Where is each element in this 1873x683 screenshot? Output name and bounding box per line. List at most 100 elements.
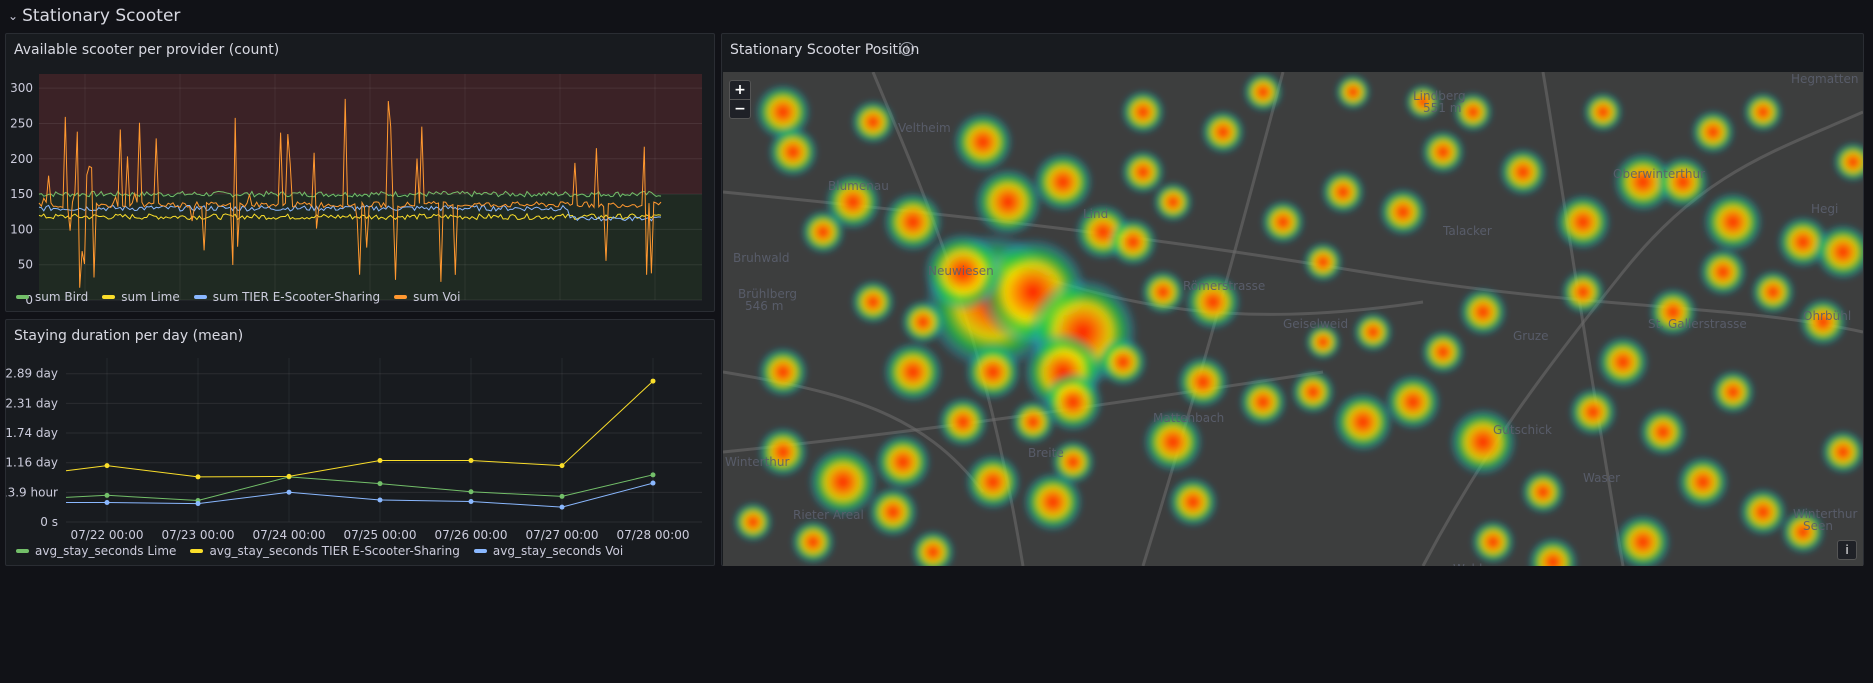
legend-item[interactable]: sum TIER E-Scooter-Sharing — [193, 290, 381, 304]
zoom-out-button[interactable]: − — [730, 99, 750, 118]
attribution-button[interactable]: i — [1837, 540, 1857, 560]
map-place-label: Gutschick — [1493, 423, 1552, 437]
map-place-label: Waldegg — [1453, 562, 1505, 566]
heat-spot — [1821, 430, 1863, 474]
heat-spot — [791, 520, 835, 564]
map-canvas[interactable]: Veltheim Blumenau Lind Oberwinterthur Hegi Ta… — [723, 72, 1863, 566]
map-place-label: Bruhwald — [733, 251, 790, 265]
map-place-label: Neuwiesen — [928, 264, 994, 278]
heat-spot — [1677, 456, 1729, 508]
legend-item[interactable]: sum Bird — [16, 290, 88, 304]
legend-item[interactable]: avg_stay_seconds Lime — [16, 544, 176, 558]
data-point — [650, 480, 656, 486]
heat-spot — [1099, 338, 1147, 386]
zoom-in-button[interactable]: + — [730, 81, 750, 99]
map-place-label: Oberwinterthur — [1613, 167, 1705, 181]
map-place-label: Talacker — [1442, 224, 1492, 238]
row-title: Stationary Scooter — [22, 6, 181, 26]
series-line — [66, 482, 654, 508]
heat-spot — [1141, 270, 1185, 314]
heat-spot — [1639, 408, 1687, 456]
heat-spot — [1561, 270, 1605, 314]
heat-spot — [1333, 392, 1393, 452]
data-point — [104, 500, 110, 506]
legend-label: avg_stay_seconds Lime — [35, 544, 177, 558]
map-place-label: Winterthur — [725, 455, 789, 469]
y-tick-label: 1.74 day — [6, 426, 58, 440]
legend-swatch — [190, 549, 204, 553]
heatmap[interactable]: Veltheim Blumenau Lind Oberwinterthur Hegi Ta… — [723, 72, 1863, 566]
series-line — [65, 474, 654, 502]
panel-staying-duration[interactable]: Staying duration per day (mean) 0 s 13.9 … — [5, 319, 715, 566]
heat-spot — [1583, 92, 1623, 132]
panel-title: Stationary Scooter Position — [730, 42, 920, 58]
heat-spot — [953, 112, 1013, 172]
legend-swatch — [394, 295, 408, 299]
chart-legend: avg_stay_seconds Lime avg_stay_seconds TI… — [16, 544, 623, 558]
legend-item[interactable]: sum Lime — [102, 290, 180, 304]
y-tick-label: 13.9 hour — [6, 485, 58, 499]
data-point — [377, 497, 383, 503]
data-point — [286, 489, 292, 495]
heat-spot — [1385, 374, 1441, 430]
info-icon[interactable]: i — [900, 42, 914, 56]
heat-spot — [1449, 408, 1517, 476]
row-header[interactable]: ⌄ Stationary Scooter — [8, 4, 180, 28]
x-tick-label: 07/26 00:00 — [435, 528, 508, 542]
heat-spot — [1743, 92, 1783, 132]
legend-item[interactable]: avg_stay_seconds Voi — [473, 544, 623, 558]
map-place-label: Geiselweid — [1283, 317, 1348, 331]
heat-spot — [1291, 370, 1335, 414]
map-place-label: St. Gallerstrasse — [1648, 317, 1747, 331]
legend-item[interactable]: avg_stay_seconds TIER E-Scooter-Sharing — [190, 544, 460, 558]
heat-spot — [1699, 248, 1747, 296]
x-tick-label: 07/23 00:00 — [162, 528, 235, 542]
x-tick-label: 07/25 00:00 — [344, 528, 417, 542]
y-tick-label: 250 — [10, 116, 33, 130]
map-place-label: 551 m — [1423, 101, 1461, 115]
heat-spot — [1243, 72, 1283, 112]
heat-spot — [1499, 148, 1547, 196]
panel-scooter-position[interactable]: Stationary Scooter Position i Veltheim Bl… — [721, 33, 1864, 566]
y-tick-label: 150 — [10, 187, 33, 201]
heat-spot — [1691, 110, 1735, 154]
heat-spot — [768, 127, 818, 177]
legend-swatch — [473, 549, 487, 553]
panel-available-scooters[interactable]: Available scooter per provider (count) 0… — [5, 33, 715, 312]
map-place-label: Seen — [1803, 519, 1833, 533]
chart-legend: sum Bird sum Lime sum TIER E-Scooter-Shari… — [16, 290, 461, 304]
map-place-label: Veltheim — [898, 121, 951, 135]
legend-label: avg_stay_seconds TIER E-Scooter-Sharing — [209, 544, 460, 558]
heat-spot — [1201, 110, 1245, 154]
zoom-controls[interactable]: + − — [729, 80, 751, 119]
x-tick-label: 07/22 00:00 — [71, 528, 144, 542]
map-place-label: Ohrbühl — [1803, 309, 1851, 323]
heat-spot — [1459, 288, 1507, 336]
heat-spot — [1033, 152, 1093, 212]
y-tick-label: 1.16 day — [6, 456, 58, 470]
y-tick-label: 100 — [10, 222, 33, 236]
heat-spot — [974, 168, 1042, 236]
heat-spot — [1335, 74, 1371, 110]
legend-label: sum Voi — [413, 290, 461, 304]
map-place-label: Gruze — [1513, 329, 1549, 343]
heat-spot — [1569, 388, 1617, 436]
y-tick-label: 50 — [18, 258, 33, 272]
legend-swatch — [16, 295, 29, 299]
data-point — [650, 472, 656, 478]
heat-spot — [1379, 188, 1427, 236]
legend-label: sum TIER E-Scooter-Sharing — [212, 290, 381, 304]
data-point — [468, 458, 474, 463]
heat-spot — [1121, 90, 1165, 134]
heat-spot — [733, 502, 773, 542]
heat-spot — [965, 454, 1021, 510]
heat-spot — [1321, 170, 1365, 214]
chevron-down-icon[interactable]: ⌄ — [8, 9, 18, 23]
map-place-label: Hegmatten — [1791, 72, 1858, 86]
legend-item[interactable]: sum Voi — [394, 290, 461, 304]
heat-spot — [1177, 356, 1229, 408]
data-point — [559, 463, 565, 469]
y-tick-label: 2.31 day — [6, 396, 58, 410]
heat-spot — [901, 300, 945, 344]
map-place-label: Breite — [1028, 446, 1064, 460]
